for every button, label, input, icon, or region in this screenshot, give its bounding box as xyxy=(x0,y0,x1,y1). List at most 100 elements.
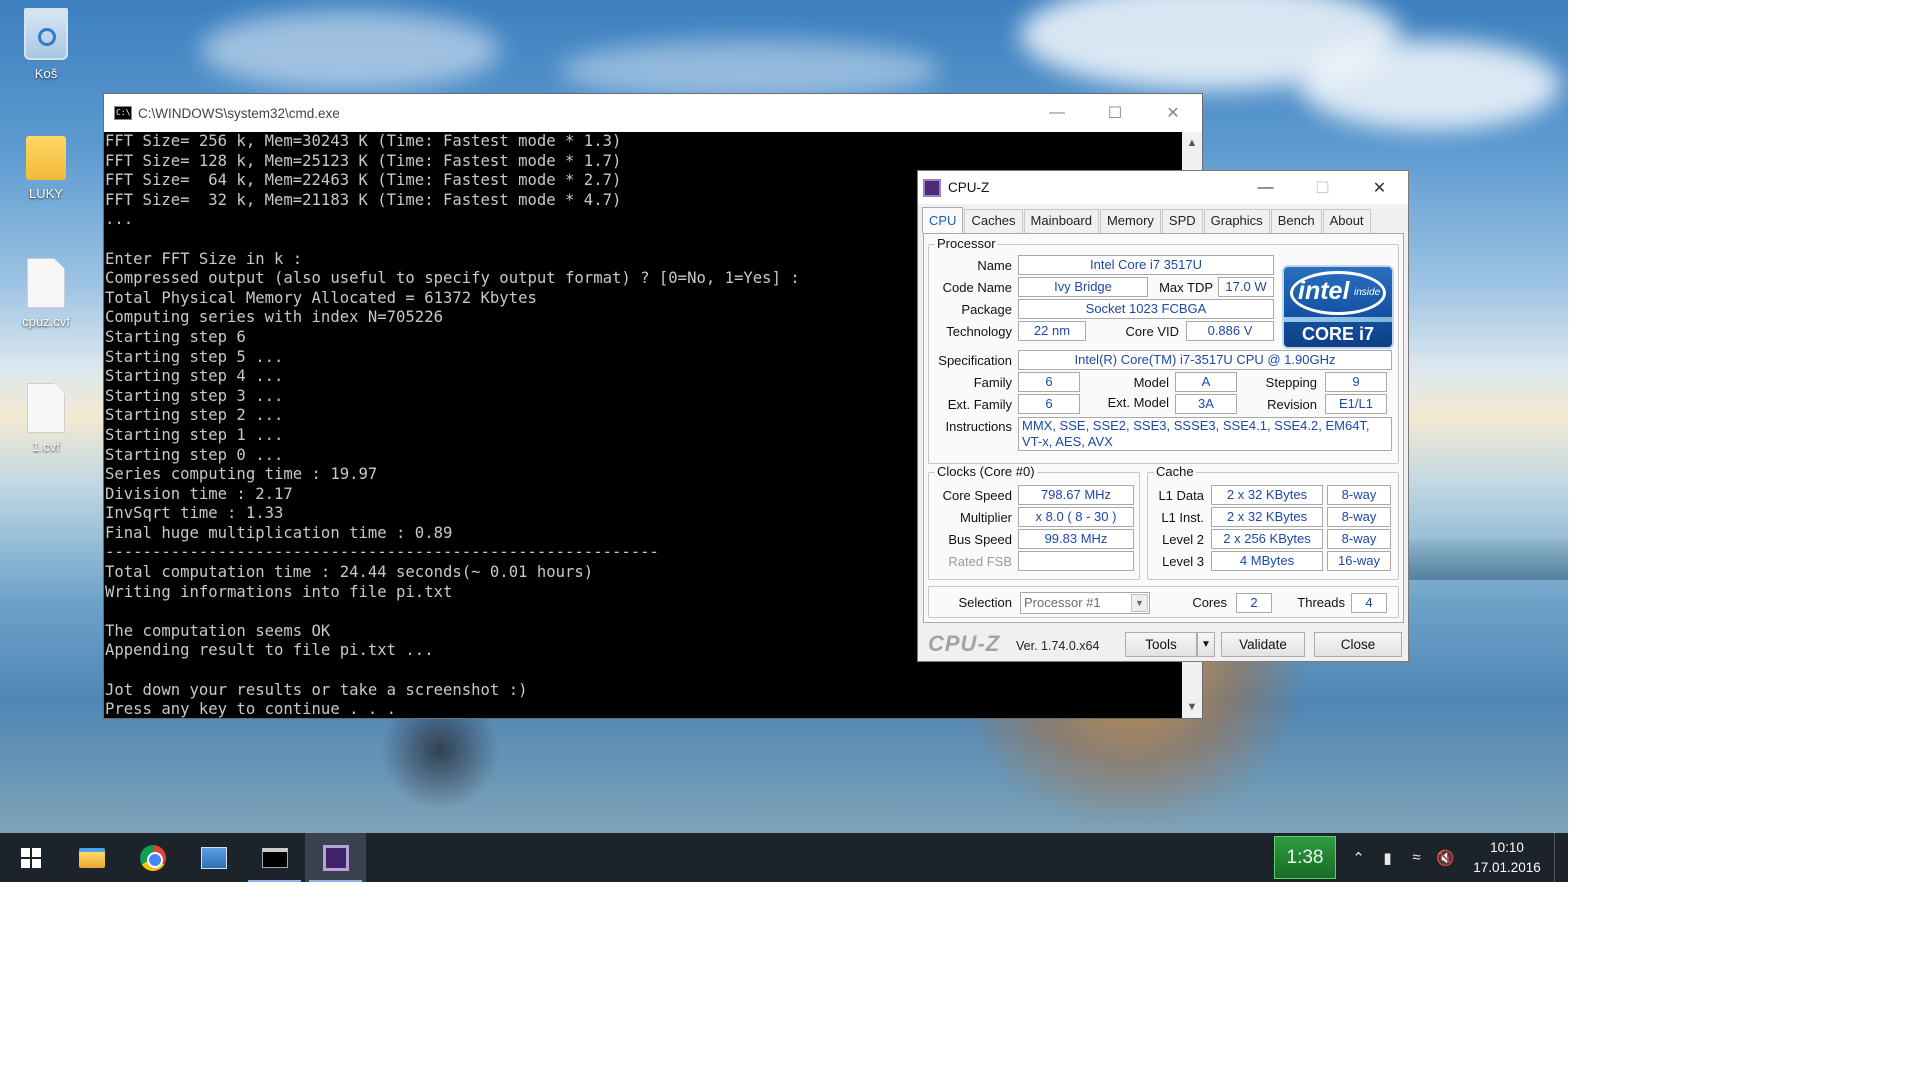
cloud xyxy=(1300,40,1560,130)
console-icon: C:\ xyxy=(114,106,132,120)
cache-row-way: 8-way xyxy=(1327,485,1391,505)
battery-icon[interactable]: ▮ xyxy=(1373,833,1402,882)
tab-about[interactable]: About xyxy=(1322,209,1371,233)
recycle-bin-icon xyxy=(24,8,68,60)
desktop-icon-label: Koš xyxy=(34,66,58,81)
ratedfsb-value xyxy=(1018,551,1134,571)
revision-value: E1/L1 xyxy=(1325,394,1387,414)
instructions-value: MMX, SSE, SSE2, SSE3, SSSE3, SSE4.1, SSE… xyxy=(1018,417,1392,451)
cmd-title-bar[interactable]: C:\ C:\WINDOWS\system32\cmd.exe — ☐ ✕ xyxy=(104,94,1202,132)
cores-value: 2 xyxy=(1236,593,1272,613)
tab-memory[interactable]: Memory xyxy=(1099,209,1161,233)
timer-widget[interactable]: 1:38 xyxy=(1274,836,1336,879)
windows-logo-icon xyxy=(20,847,41,868)
desktop-icon-recycle-bin[interactable]: Koš xyxy=(6,8,86,81)
family-value: 6 xyxy=(1018,372,1080,392)
cores-label: Cores xyxy=(1192,595,1227,610)
cpuz-title-bar[interactable]: CPU-Z — ☐ ✕ xyxy=(918,171,1408,204)
corevid-label: Core VID xyxy=(1125,324,1179,339)
clock[interactable]: 10:10 17.01.2016 xyxy=(1464,838,1550,878)
desktop-icon-luky[interactable]: LUKY xyxy=(6,130,86,201)
cache-row-way: 16-way xyxy=(1327,551,1391,571)
intel-logo-word: intel xyxy=(1298,277,1350,305)
chevron-up-icon[interactable]: ⌃ xyxy=(1344,833,1373,882)
desktop-icon-1-cvf[interactable]: 1.cvf xyxy=(6,383,86,454)
stepping-value: 9 xyxy=(1325,372,1387,392)
cpuz-footer: CPU-Z Ver. 1.74.0.x64 Tools ▼ Validate C… xyxy=(918,626,1408,661)
console-line: Press any key to continue . . . xyxy=(105,700,397,718)
tab-graphics[interactable]: Graphics xyxy=(1203,209,1270,233)
system-tray: 1:38 ⌃ ▮ ≈ 🔇 10:10 17.01.2016 xyxy=(1274,833,1568,882)
console-line: Jot down your results or take a screensh… xyxy=(105,680,528,699)
codename-label: Code Name xyxy=(942,280,1012,295)
taskbar-cmd[interactable] xyxy=(244,833,305,882)
corevid-value: 0.886 V xyxy=(1186,321,1274,341)
cache-row-size: 2 x 32 KBytes xyxy=(1211,485,1323,505)
taskbar: 1:38 ⌃ ▮ ≈ 🔇 10:10 17.01.2016 xyxy=(0,833,1568,882)
volume-muted-icon[interactable]: 🔇 xyxy=(1431,833,1460,882)
family-label: Family xyxy=(973,375,1012,390)
clocks-group: Clocks (Core #0) Core Speed 798.67 MHz M… xyxy=(928,464,1140,580)
instructions-label: Instructions xyxy=(945,419,1012,434)
clock-date: 17.01.2016 xyxy=(1473,859,1541,875)
technology-value: 22 nm xyxy=(1018,321,1086,341)
tab-mainboard[interactable]: Mainboard xyxy=(1023,209,1099,233)
scroll-down-icon[interactable]: ▼ xyxy=(1182,696,1202,718)
clock-time: 10:10 xyxy=(1490,839,1524,855)
desktop-icon-cpuz-cvf[interactable]: cpuz.cvf xyxy=(6,258,86,329)
tab-spd[interactable]: SPD xyxy=(1161,209,1203,233)
maximize-button: ☐ xyxy=(1315,179,1330,197)
chevron-down-icon[interactable]: ▼ xyxy=(1131,594,1148,612)
processor-select-value: Processor #1 xyxy=(1024,595,1101,610)
model-value: A xyxy=(1175,372,1237,392)
corespeed-value: 798.67 MHz xyxy=(1018,485,1134,505)
file-icon xyxy=(27,383,65,433)
start-button[interactable] xyxy=(0,833,61,882)
ratedfsb-label: Rated FSB xyxy=(948,554,1012,569)
close-button[interactable]: ✕ xyxy=(1144,94,1202,132)
spec-label: Specification xyxy=(938,353,1012,368)
cpu-tab-panel: Processor Name Intel Core i7 3517U Code … xyxy=(923,233,1404,623)
tab-cpu[interactable]: CPU xyxy=(922,207,964,233)
show-desktop-button[interactable] xyxy=(1554,833,1568,882)
revision-label: Revision xyxy=(1267,397,1317,412)
tab-bench[interactable]: Bench xyxy=(1270,209,1322,233)
scroll-up-icon[interactable]: ▲ xyxy=(1182,132,1202,154)
maxtdp-value: 17.0 W xyxy=(1218,277,1274,297)
cache-legend: Cache xyxy=(1154,464,1196,479)
console-icon xyxy=(261,847,288,868)
tools-dropdown-chevron-down-icon[interactable]: ▼ xyxy=(1197,632,1215,657)
corespeed-label: Core Speed xyxy=(942,488,1012,503)
tools-button[interactable]: Tools xyxy=(1125,632,1197,657)
cpuz-window[interactable]: CPU-Z — ☐ ✕ CPU Caches Mainboard Memory … xyxy=(917,170,1409,662)
wifi-icon[interactable]: ≈ xyxy=(1402,833,1431,882)
close-button[interactable]: ✕ xyxy=(1351,171,1408,204)
stepping-label: Stepping xyxy=(1265,375,1317,390)
taskbar-app[interactable] xyxy=(183,833,244,882)
taskbar-cpuz[interactable] xyxy=(305,833,366,882)
tab-caches[interactable]: Caches xyxy=(964,209,1023,233)
cpuz-version: Ver. 1.74.0.x64 xyxy=(1016,639,1100,653)
minimize-button[interactable]: — xyxy=(1237,171,1294,204)
package-label: Package xyxy=(961,302,1012,317)
cmd-title: C:\WINDOWS\system32\cmd.exe xyxy=(138,105,340,121)
taskbar-file-explorer[interactable] xyxy=(61,833,122,882)
processor-select[interactable]: Processor #1 ▼ xyxy=(1020,592,1150,614)
file-icon xyxy=(27,258,65,308)
maximize-button[interactable]: ☐ xyxy=(1086,94,1144,132)
cache-row-label: L1 Data xyxy=(1158,488,1204,503)
multiplier-label: Multiplier xyxy=(959,510,1012,525)
cache-row-label: Level 2 xyxy=(1162,532,1204,547)
app-window-icon xyxy=(200,846,227,869)
cloud xyxy=(200,10,500,90)
taskbar-chrome[interactable] xyxy=(122,833,183,882)
desktop-icon-label: 1.cvf xyxy=(32,439,60,454)
minimize-button[interactable]: — xyxy=(1028,94,1086,132)
codename-value: Ivy Bridge xyxy=(1018,277,1148,297)
validate-button[interactable]: Validate xyxy=(1221,632,1305,657)
technology-label: Technology xyxy=(946,324,1012,339)
desktop-icon-label: LUKY xyxy=(29,186,63,201)
cpuz-title: CPU-Z xyxy=(948,180,990,195)
close-button[interactable]: Close xyxy=(1314,632,1402,657)
